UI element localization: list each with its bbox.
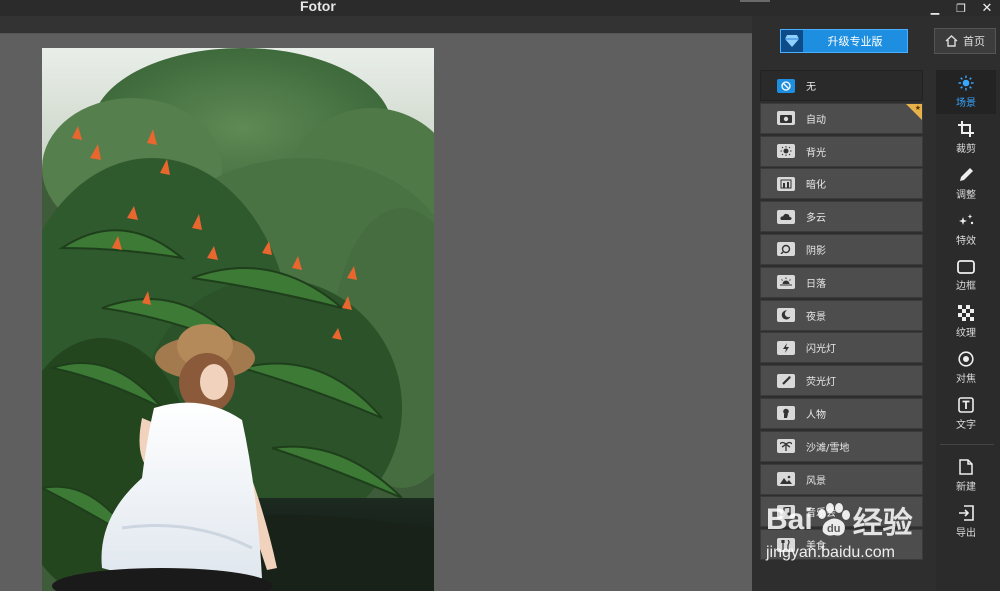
scene-item-beach-snow[interactable]: 沙滩/雪地 [760, 430, 923, 462]
canvas-top-strip [0, 16, 752, 34]
scene-label: 阴影 [806, 245, 826, 257]
tool-label: 边框 [956, 281, 976, 292]
scene-item-shadow[interactable]: 阴影 [760, 233, 923, 265]
sun-icon [958, 75, 974, 91]
texture-icon [958, 305, 974, 321]
scene-label: 荧光灯 [806, 377, 836, 389]
svg-text:du: du [827, 523, 840, 535]
beach-icon [777, 439, 795, 454]
scene-label: 背光 [806, 147, 826, 159]
tool-label: 调整 [956, 190, 976, 201]
flash-icon [777, 340, 795, 355]
scene-label: 夜景 [806, 311, 826, 323]
scene-item-fluorescent[interactable]: 荧光灯 [760, 365, 923, 397]
darken-icon [777, 176, 795, 191]
scene-label: 自动 [806, 114, 826, 126]
tool-crop[interactable]: 裁剪 [936, 116, 996, 160]
tool-adjust[interactable]: 调整 [936, 162, 996, 206]
premium-badge-icon: ★ [906, 103, 922, 120]
scene-item-auto[interactable]: 自动 ★ [760, 102, 923, 134]
scene-label: 闪光灯 [806, 344, 836, 356]
tool-scene[interactable]: 场景 [936, 70, 996, 114]
scene-label: 日落 [806, 278, 826, 290]
title-bar: Fotor ▁ ❐ ✕ [0, 0, 1000, 16]
sunset-icon [777, 275, 795, 290]
scene-item-sunset[interactable]: 日落 [760, 266, 923, 298]
camera-icon [777, 111, 795, 126]
scene-item-none[interactable]: 无 [760, 70, 923, 101]
shadow-icon [777, 242, 795, 257]
moon-icon [777, 308, 795, 323]
scene-item-cloudy[interactable]: 多云 [760, 201, 923, 233]
scene-item-night[interactable]: 夜景 [760, 299, 923, 331]
text-icon [958, 397, 974, 413]
scene-item-darken[interactable]: 暗化 [760, 168, 923, 200]
watermark-url: jingyan.baidu.com [766, 544, 895, 561]
cloud-icon [777, 209, 795, 224]
tool-effects[interactable]: 特效 [936, 208, 996, 252]
tool-label: 对焦 [956, 374, 976, 385]
tool-label: 特效 [956, 236, 976, 247]
scene-label: 人物 [806, 409, 826, 421]
scene-item-portrait[interactable]: 人物 [760, 397, 923, 429]
scene-label: 沙滩/雪地 [806, 442, 850, 454]
upgrade-pro-button[interactable]: 升级专业版 [780, 29, 908, 53]
scene-item-flash[interactable]: 闪光灯 [760, 332, 923, 364]
focus-icon [958, 351, 974, 367]
fluorescent-icon [777, 373, 795, 388]
window-controls: ▁ ❐ ✕ [922, 0, 1000, 16]
tool-text[interactable]: 文字 [936, 392, 996, 436]
close-button[interactable]: ✕ [974, 0, 1000, 16]
scene-label: 风景 [806, 475, 826, 487]
landscape-icon [777, 472, 795, 487]
tool-divider [940, 444, 994, 445]
scene-label: 多云 [806, 213, 826, 225]
tool-label: 纹理 [956, 328, 976, 339]
home-button[interactable]: 首页 [934, 28, 996, 54]
app-title: Fotor [300, 0, 336, 14]
restore-button[interactable]: ❐ [948, 0, 974, 16]
diamond-icon [781, 30, 803, 52]
tool-focus[interactable]: 对焦 [936, 346, 996, 390]
pencil-icon [960, 168, 973, 181]
tool-texture[interactable]: 纹理 [936, 300, 996, 344]
tool-label: 文字 [956, 420, 976, 431]
watermark-brand: Bai [766, 503, 813, 536]
photo-canvas[interactable] [42, 48, 434, 591]
portrait-icon [777, 406, 795, 421]
title-bar-accent [740, 0, 770, 2]
export-icon [959, 505, 974, 521]
new-file-icon [959, 459, 973, 475]
scene-item-backlight[interactable]: 背光 [760, 135, 923, 167]
tool-label: 新建 [956, 482, 976, 493]
canvas-area [0, 16, 752, 591]
home-label: 首页 [963, 35, 985, 48]
watermark-brand-cn: 经验 [852, 507, 913, 540]
scene-label: 暗化 [806, 180, 826, 192]
tool-frame[interactable]: 边框 [936, 254, 996, 298]
tool-label: 场景 [956, 98, 976, 109]
home-icon [945, 35, 958, 47]
upgrade-pro-label: 升级专业版 [827, 35, 883, 48]
baidu-watermark: Bai du 经验 jingyan.baidu.com [766, 488, 956, 568]
paw-icon: du [817, 503, 850, 536]
watermark-logo: Bai du 经验 [766, 498, 913, 542]
backlight-icon [777, 144, 795, 159]
no-effect-icon [777, 78, 795, 93]
sparkle-icon [959, 214, 974, 225]
photo-image [42, 48, 434, 591]
tool-label: 导出 [956, 528, 976, 539]
crop-icon [958, 121, 974, 137]
scene-label: 无 [806, 82, 816, 93]
frame-icon [957, 260, 975, 274]
tool-label: 裁剪 [956, 144, 976, 155]
minimize-button[interactable]: ▁ [922, 0, 948, 16]
